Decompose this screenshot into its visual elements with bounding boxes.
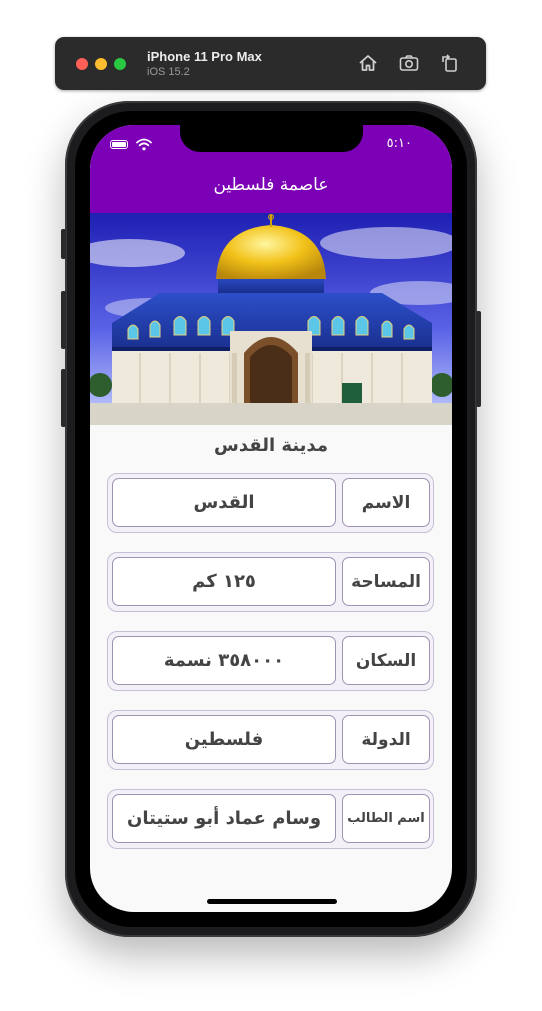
zoom-window-button[interactable] [114,58,126,70]
volume-up-button [61,291,66,349]
row-value: القدس [112,478,336,527]
simulator-title-bar: iPhone 11 Pro Max iOS 15.2 [55,37,486,90]
rotate-icon [442,54,457,72]
screenshot-icon [399,55,419,71]
phone-frame: عاصمة فلسطين ٥:١٠ مدينة القدس الاسم القد… [61,101,481,937]
volume-down-button [61,369,66,427]
row-label: الاسم [342,478,430,527]
power-button [476,311,481,407]
row-value: ١٢٥ كم [112,557,336,606]
info-row-country: الدولة فلسطين [107,710,434,770]
info-row-student: اسم الطالب وسام عماد أبو ستيتان [107,789,434,849]
status-time: ٥:١٠ [386,136,412,151]
row-value: فلسطين [112,715,336,764]
battery-icon [110,140,128,149]
minimize-window-button[interactable] [95,58,107,70]
home-indicator[interactable] [207,899,337,904]
rotate-button[interactable] [439,52,461,74]
info-row-area: المساحة ١٢٥ كم [107,552,434,612]
os-version: iOS 15.2 [147,66,190,78]
city-title: مدينة القدس [214,435,328,456]
home-icon [359,55,377,71]
dome-of-the-rock-image [90,213,452,425]
info-row-name: الاسم القدس [107,473,434,533]
row-label: الدولة [342,715,430,764]
silent-switch [61,229,66,259]
row-value: وسام عماد أبو ستيتان [112,794,336,843]
close-window-button[interactable] [76,58,88,70]
device-name: iPhone 11 Pro Max [147,49,262,64]
row-label: السكان [342,636,430,685]
hero-image [90,213,452,425]
info-row-population: السكان ٣٥٨٠٠٠ نسمة [107,631,434,691]
row-label: اسم الطالب [342,794,430,843]
wifi-icon [136,138,152,151]
screenshot-button[interactable] [398,52,420,74]
home-button[interactable] [357,52,379,74]
notch [180,125,363,152]
app-title: عاصمة فلسطين [213,175,329,195]
phone-screen: عاصمة فلسطين ٥:١٠ مدينة القدس الاسم القد… [90,125,452,912]
row-label: المساحة [342,557,430,606]
row-value: ٣٥٨٠٠٠ نسمة [112,636,336,685]
